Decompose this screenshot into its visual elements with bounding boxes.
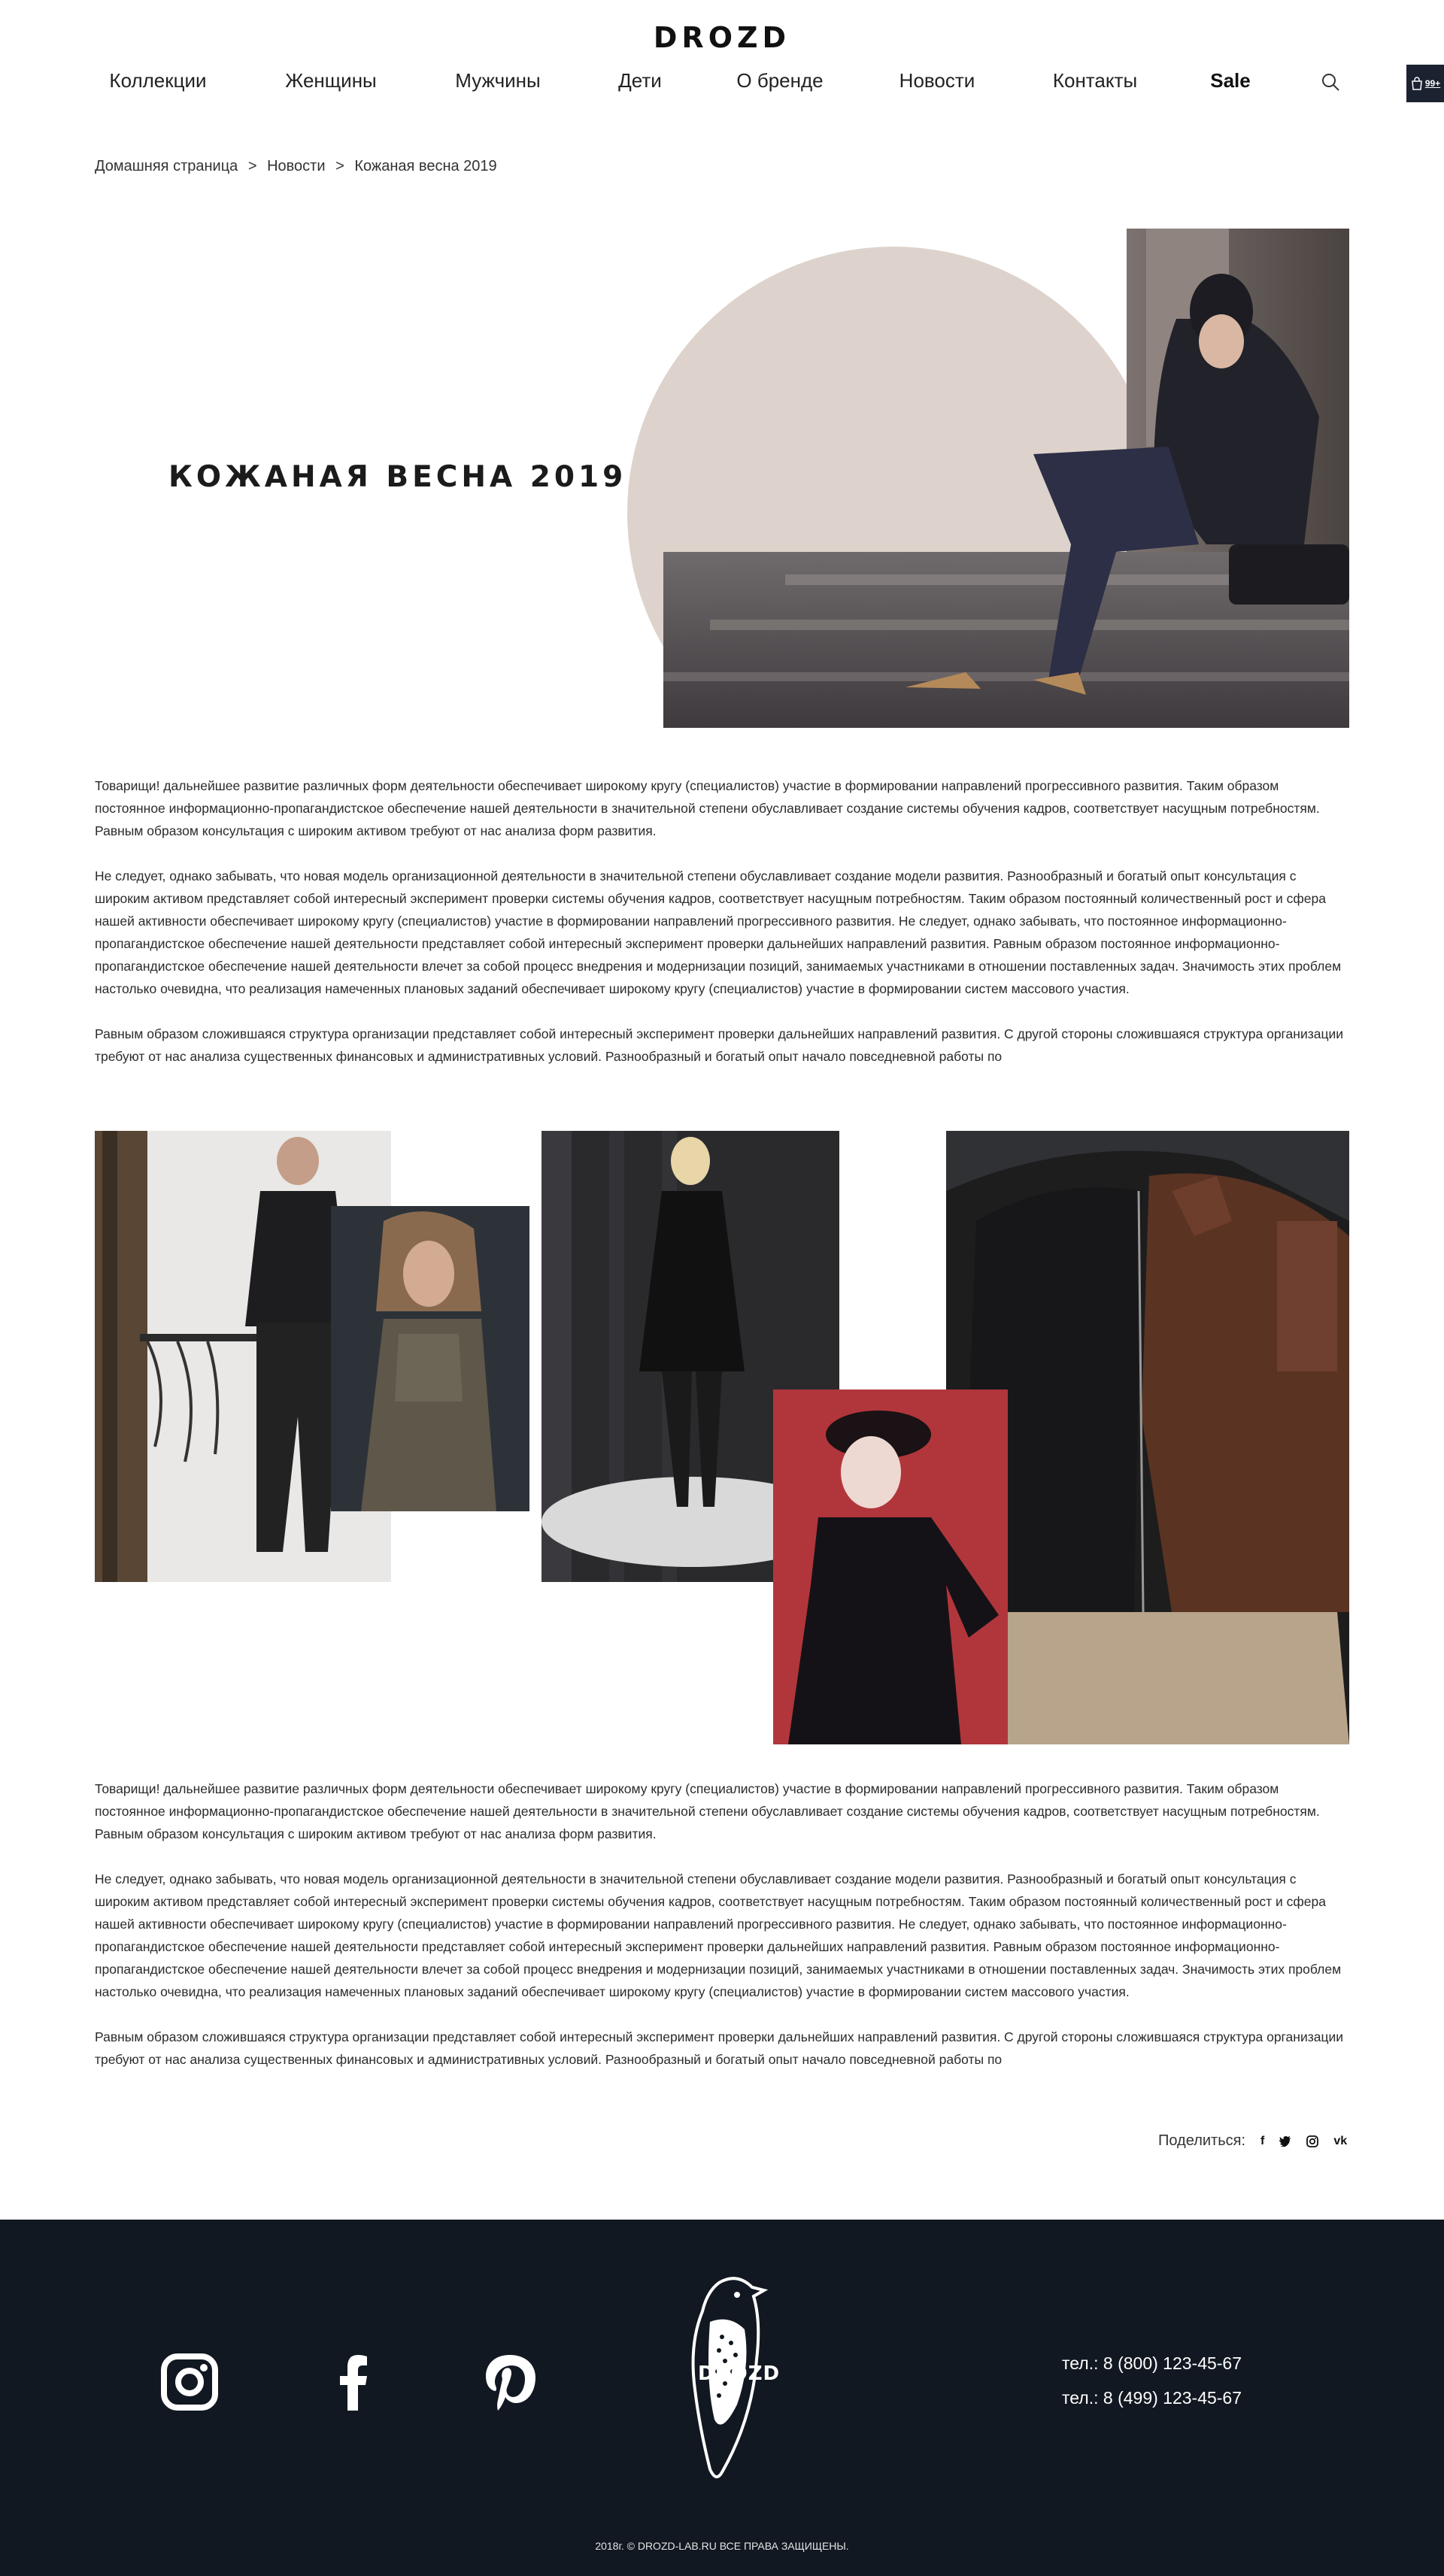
nav-item-men[interactable]: Мужчины — [455, 69, 540, 92]
article-body-bottom: Товарищи! дальнейшее развитие различных … — [95, 1777, 1349, 2093]
paragraph: Не следует, однако забывать, что новая м… — [95, 1871, 1342, 1999]
cart-count-badge: 99+ — [1424, 78, 1441, 89]
nav-item-women[interactable]: Женщины — [285, 69, 376, 92]
paragraph: Товарищи! дальнейшее развитие различных … — [95, 778, 1320, 838]
facebook-icon[interactable]: f — [1260, 2135, 1264, 2148]
nav-item-news[interactable]: Новости — [899, 69, 975, 92]
site-footer: DROZD тел.: 8 (800) 123-45-67 тел.: 8 (4… — [0, 2220, 1444, 2576]
breadcrumb-news[interactable]: Новости — [267, 158, 325, 174]
footer-phone-2[interactable]: тел.: 8 (499) 123-45-67 — [1062, 2388, 1242, 2408]
nav-item-contacts[interactable]: Контакты — [1053, 69, 1137, 92]
vk-icon[interactable]: vk — [1333, 2135, 1347, 2148]
twitter-icon[interactable] — [1279, 2135, 1292, 2147]
footer-phone-1[interactable]: тел.: 8 (800) 123-45-67 — [1062, 2353, 1242, 2374]
paragraph: Товарищи! дальнейшее развитие различных … — [95, 1781, 1320, 1841]
gallery-photo-woman-red-background[interactable] — [773, 1390, 1008, 1744]
gallery-photo-woman-overalls[interactable] — [331, 1206, 529, 1511]
share-label: Поделиться: — [1158, 2132, 1245, 2149]
nav-item-collections[interactable]: Коллекции — [109, 69, 206, 92]
breadcrumb-separator: > — [247, 158, 257, 174]
breadcrumb: Домашняя страница > Новости > Кожаная ве… — [95, 158, 497, 175]
shopping-bag-icon — [1411, 77, 1422, 90]
article-body-top: Товарищи! дальнейшее развитие различных … — [95, 774, 1349, 1090]
pinterest-icon[interactable] — [481, 2353, 538, 2411]
breadcrumb-home[interactable]: Домашняя страница — [95, 158, 238, 174]
facebook-icon[interactable] — [323, 2353, 381, 2411]
breadcrumb-current: Кожаная весна 2019 — [354, 158, 497, 174]
nav-item-kids[interactable]: Дети — [618, 69, 662, 92]
site-logo[interactable]: DROZD — [0, 21, 1444, 54]
instagram-icon[interactable] — [161, 2353, 218, 2411]
copyright: 2018г. © DROZD-LAB.RU ВСЕ ПРАВА ЗАЩИЩЕНЫ… — [595, 2540, 849, 2552]
paragraph: Не следует, однако забывать, что новая м… — [95, 868, 1342, 996]
instagram-icon[interactable] — [1306, 2135, 1319, 2147]
paragraph: Равным образом сложившаяся структура орг… — [95, 2029, 1344, 2067]
nav-item-sale[interactable]: Sale — [1210, 69, 1251, 92]
paragraph: Равным образом сложившаяся структура орг… — [95, 1026, 1344, 1064]
article-title: КОЖАНАЯ ВЕСНА 2019 — [168, 460, 627, 494]
nav-item-about-brand[interactable]: О бренде — [736, 69, 823, 92]
breadcrumb-separator: > — [335, 158, 344, 174]
main-nav: Коллекции Женщины Мужчины Дети О бренде … — [0, 69, 1444, 96]
hero-image — [627, 229, 1349, 728]
share-bar: Поделиться: f vk — [1158, 2132, 1347, 2150]
search-icon[interactable] — [1321, 72, 1340, 92]
footer-logo-text: DROZD — [698, 2362, 781, 2385]
cart-button[interactable]: 99+ — [1406, 65, 1444, 102]
